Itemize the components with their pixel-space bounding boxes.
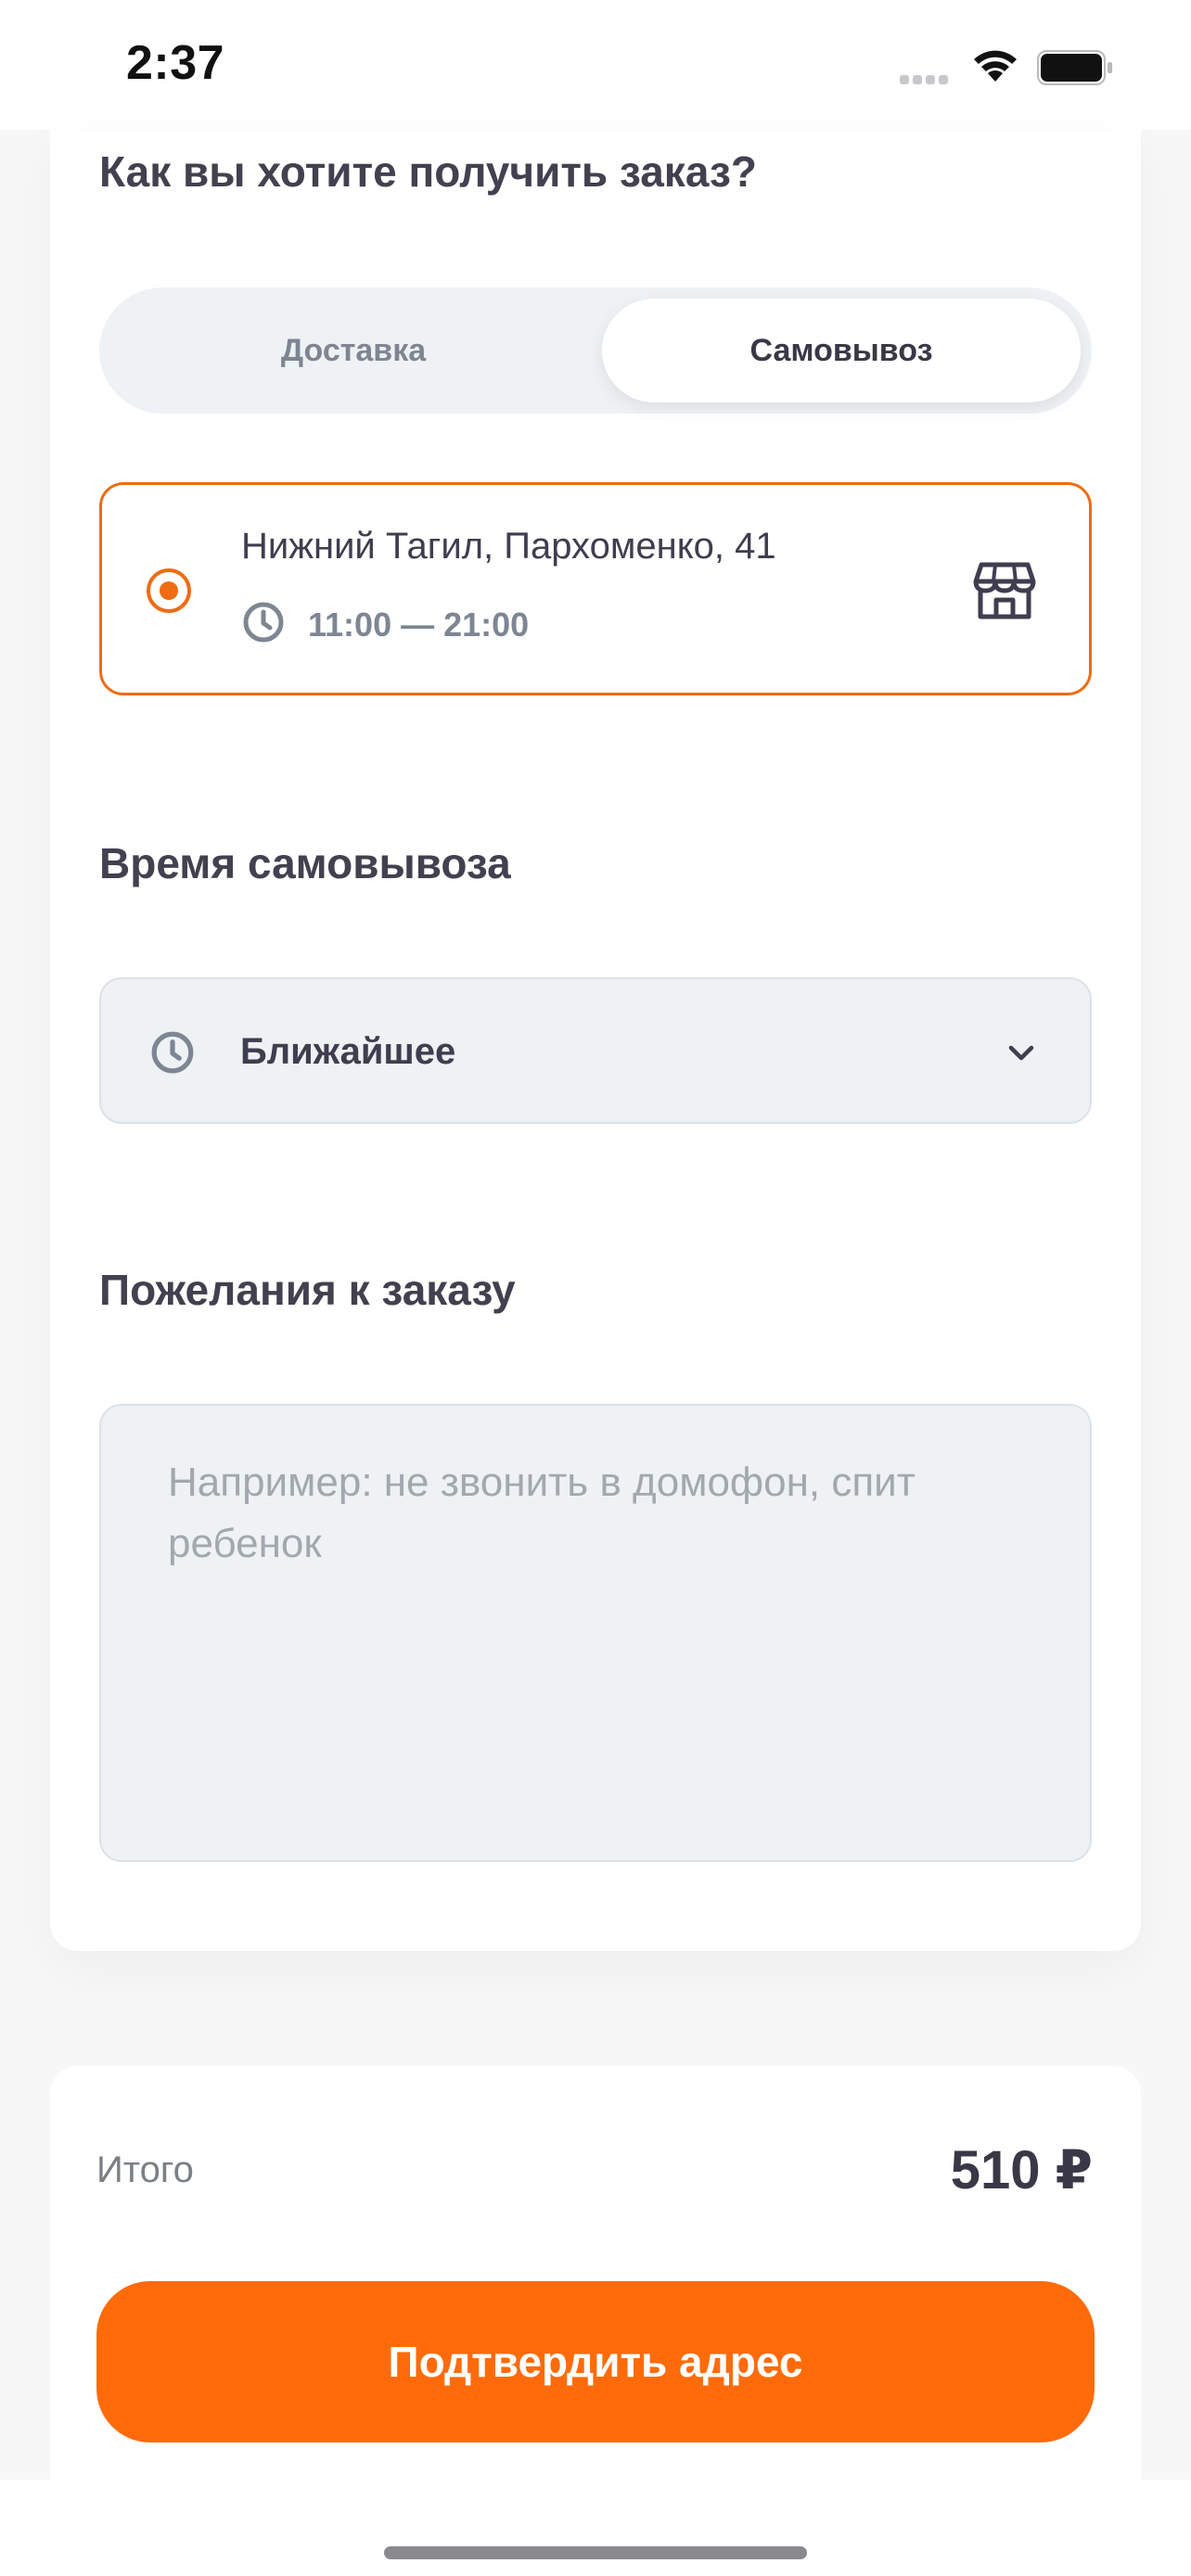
chevron-down-icon	[1008, 1045, 1034, 1061]
wifi-icon	[974, 50, 1017, 82]
battery-icon	[1037, 50, 1112, 85]
total-value: 510 ₽	[950, 2140, 1093, 2200]
pickup-time-value: Ближайшее	[240, 1031, 456, 1072]
pickup-hours: 11:00 — 21:00	[308, 606, 530, 644]
order-comment-title: Пожелания к заказу	[99, 1266, 516, 1314]
tab-pickup[interactable]: Самовывоз	[602, 299, 1081, 402]
clock-icon	[243, 602, 284, 643]
pickup-point-option[interactable]: Нижний Тагил, Пархоменко, 41 11:00 — 21:…	[99, 482, 1092, 695]
confirm-address-button[interactable]: Подтвердить адрес	[96, 2281, 1095, 2442]
total-label: Итого	[96, 2149, 194, 2190]
pickup-time-title: Время самовывоза	[99, 839, 511, 887]
status-time: 2:37	[126, 36, 225, 90]
order-options-card: Как вы хотите получить заказ? Доставка С…	[50, 130, 1141, 1951]
home-indicator-area	[0, 2480, 1191, 2576]
clock-icon	[151, 1031, 194, 1074]
cellular-signal-icon	[900, 72, 954, 84]
store-icon	[973, 562, 1036, 619]
delivery-method-title: Как вы хотите получить заказ?	[99, 147, 757, 196]
pickup-point-radio[interactable]	[147, 568, 191, 613]
pickup-address: Нижний Тагил, Пархоменко, 41	[241, 526, 776, 567]
order-comment-input[interactable]	[99, 1404, 1092, 1862]
home-indicator[interactable]	[384, 2546, 807, 2559]
delivery-method-switch: Доставка Самовывоз	[99, 287, 1092, 414]
pickup-time-select[interactable]: Ближайшее	[99, 977, 1092, 1124]
status-bar: 2:37	[0, 0, 1191, 130]
tab-delivery[interactable]: Доставка	[114, 299, 593, 402]
